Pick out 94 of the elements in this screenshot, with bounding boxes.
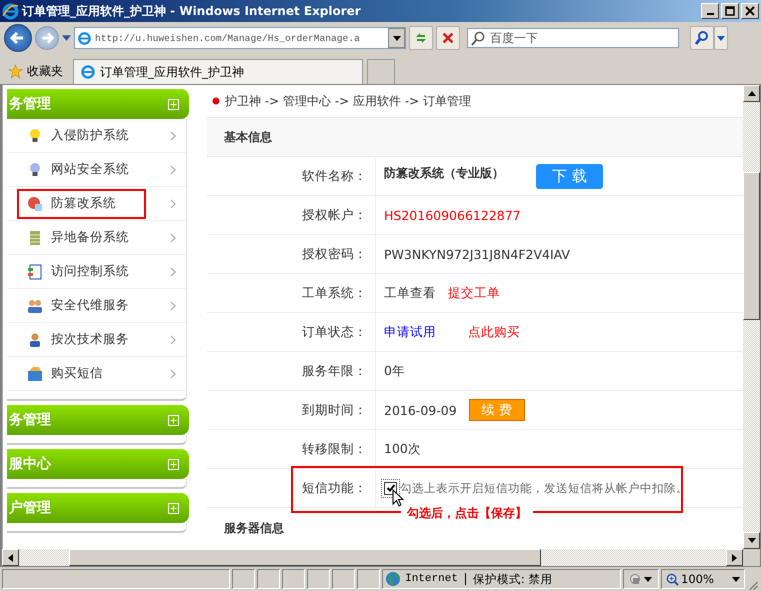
protected-mode-status: 保护模式: 禁用	[472, 572, 552, 586]
field-label: 到期时间：	[207, 391, 376, 429]
status-panel	[306, 569, 330, 589]
field-value: 100次	[384, 440, 421, 458]
section-title: 基本信息	[224, 128, 272, 146]
field-label: 授权帐户：	[207, 196, 376, 234]
caret-icon	[392, 36, 400, 40]
search-icon	[471, 31, 486, 46]
close-icon	[745, 6, 755, 16]
caret-icon	[732, 576, 740, 582]
people-icon	[27, 298, 43, 314]
field-value: 工单查看	[384, 284, 436, 302]
arrow-up-icon	[748, 91, 756, 96]
chevron-icon	[170, 130, 176, 140]
list-icon	[27, 230, 43, 246]
close-icon	[441, 31, 455, 45]
security-button[interactable]	[622, 569, 660, 589]
star-icon	[8, 64, 23, 78]
chevron-icon	[170, 232, 176, 242]
page-icon	[80, 64, 96, 80]
hint-text: 勾选上表示开启短信功能，发送短信将从帐户中扣除。	[400, 480, 688, 496]
search-button[interactable]	[690, 26, 714, 50]
vertical-scrollbar[interactable]	[743, 85, 760, 549]
dropdown-button[interactable]	[714, 26, 728, 50]
menu-item[interactable]: 访问控制系统	[7, 255, 186, 289]
status-panel	[232, 569, 255, 589]
arrow-right-icon	[732, 554, 737, 562]
field-label: 转移限制：	[207, 430, 376, 468]
field-label: 订单状态：	[207, 313, 376, 351]
field-value: 2016-09-09	[384, 402, 457, 418]
browser-tab[interactable]: 订单管理_应用软件_护卫神	[73, 59, 363, 84]
link[interactable]: 提交工单	[448, 284, 500, 302]
menu-item[interactable]: 防篡改系统	[7, 187, 186, 221]
person-icon	[27, 332, 43, 348]
field-label: 工单系统：	[207, 274, 376, 312]
field-value: 0年	[384, 362, 405, 380]
bulb-icon	[27, 162, 43, 178]
minimize-icon	[706, 13, 714, 15]
breadcrumb: 护卫神 -> 管理中心 -> 应用软件 -> 订单管理	[225, 92, 472, 110]
favorites-button[interactable]: 收藏夹	[8, 58, 63, 84]
field-value: PW3NKYN972J31J8N4F2V4IAV	[384, 246, 570, 262]
arrow-down-icon	[748, 538, 756, 543]
maximize-button[interactable]	[721, 3, 739, 19]
close-button[interactable]	[741, 3, 759, 19]
zone-label: Internet	[405, 573, 458, 585]
caret-icon	[717, 36, 725, 40]
section-title: 服务器信息	[224, 521, 284, 535]
arrow-left-icon	[8, 554, 13, 562]
field-value: 防篡改系统（专业版）	[384, 165, 504, 182]
field-label: 授权密码：	[207, 235, 376, 273]
caret-icon	[644, 576, 652, 582]
field-value: HS201609066122877	[384, 208, 521, 222]
zoom-icon	[666, 572, 680, 586]
status-panel	[332, 569, 356, 589]
search-icon	[694, 30, 710, 46]
menu-item[interactable]: 按次技术服务	[7, 323, 186, 357]
back-button[interactable]	[4, 24, 32, 52]
horizontal-scrollbar[interactable]	[2, 549, 743, 566]
chevron-icon	[170, 164, 176, 174]
maximize-icon	[725, 6, 735, 16]
menu-item[interactable]: 购买短信	[7, 357, 186, 391]
menu-item[interactable]: 入侵防护系统	[7, 119, 186, 153]
bullet-icon	[212, 97, 220, 105]
page-icon	[77, 30, 92, 46]
stop-button[interactable]	[436, 26, 460, 50]
menu-item[interactable]: 安全代维服务	[7, 289, 186, 323]
dropdown-button[interactable]	[388, 28, 405, 48]
chevron-icon	[170, 368, 176, 378]
chevron-icon	[170, 300, 176, 310]
status-panel	[357, 569, 380, 589]
chevron-icon	[170, 266, 176, 276]
field-label: 短信功能：	[207, 469, 376, 507]
chevron-icon	[170, 198, 176, 208]
window-title: 订单管理_应用软件_护卫神 - Windows Internet Explorer	[22, 2, 362, 20]
menu-item[interactable]: 网站安全系统	[7, 153, 186, 187]
link[interactable]: 点此购买	[468, 324, 520, 340]
chevron-icon	[170, 334, 176, 344]
bulb-icon	[27, 128, 43, 144]
globe-icon	[385, 571, 402, 587]
annotation: 勾选后，点击【保存】	[401, 505, 533, 521]
search-field[interactable]: 百度一下	[467, 28, 679, 48]
menu-item[interactable]: 异地备份系统	[7, 221, 186, 255]
document-icon	[27, 264, 43, 280]
status-panel	[256, 569, 280, 589]
resize-grip-icon[interactable]	[747, 579, 759, 591]
minimize-button[interactable]	[701, 3, 719, 19]
caret-icon[interactable]	[62, 35, 71, 41]
field-label: 软件名称：	[207, 157, 376, 195]
zoom-button[interactable]: 100%	[661, 569, 746, 589]
field-label: 服务年限：	[207, 352, 376, 390]
link[interactable]: 申请试用	[384, 324, 436, 340]
address-field[interactable]: http://u.huweishen.com/Manage/Hs_orderManage.a	[74, 27, 406, 49]
browser-logo-icon	[2, 2, 19, 20]
status-panel	[282, 569, 305, 589]
